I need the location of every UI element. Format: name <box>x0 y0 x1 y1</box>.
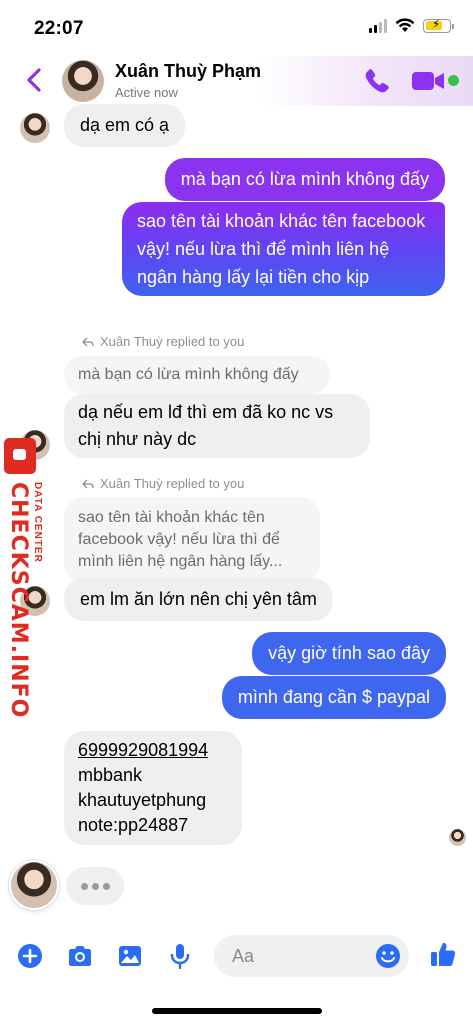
thumbs-up-icon[interactable] <box>428 939 458 969</box>
reply-arrow-icon <box>82 479 94 488</box>
message-input[interactable] <box>232 935 372 977</box>
chat-header: Xuân Thuỳ Phạm Active now <box>0 56 473 106</box>
microphone-icon[interactable] <box>166 942 194 970</box>
incoming-message[interactable]: dạ nếu em lđ thì em đã ko nc vs chị như … <box>64 394 370 458</box>
contact-active-status: Active now <box>115 85 178 100</box>
incoming-message[interactable]: dạ em có ạ <box>64 104 186 147</box>
reply-arrow-icon <box>82 337 94 346</box>
typing-indicator <box>66 867 124 905</box>
message-input-field[interactable] <box>214 935 409 977</box>
online-indicator <box>448 75 459 86</box>
camera-icon[interactable] <box>66 942 94 970</box>
outgoing-message[interactable]: vậy giờ tính sao đây <box>252 632 446 675</box>
emoji-icon[interactable] <box>375 943 401 969</box>
home-indicator <box>152 1008 322 1014</box>
status-bar: 22:07 ⚡ <box>0 0 473 56</box>
watermark: CHECKSCAM.INFO DATA CENTER <box>2 438 50 718</box>
battery-icon: ⚡ <box>423 17 454 33</box>
incoming-message[interactable]: em lm ăn lớn nên chị yên tâm <box>64 578 333 621</box>
quoted-message[interactable]: mà bạn có lừa mình không đấy <box>64 356 330 394</box>
bank-name: mbbank <box>78 765 143 785</box>
reply-indicator: Xuân Thuỳ replied to you <box>82 476 244 491</box>
contact-avatar[interactable] <box>62 60 104 102</box>
reply-label: Xuân Thuỳ replied to you <box>100 334 245 349</box>
outgoing-message[interactable]: sao tên tài khoản khác tên facebook vậy!… <box>122 202 445 296</box>
status-time: 22:07 <box>34 18 84 39</box>
back-chevron-icon[interactable] <box>20 64 48 96</box>
seen-receipt-avatar <box>449 829 466 846</box>
reply-indicator: Xuân Thuỳ replied to you <box>82 334 244 349</box>
typing-contact-avatar[interactable] <box>9 860 59 910</box>
contact-avatar-small[interactable] <box>20 113 50 143</box>
status-icons: ⚡ <box>369 17 454 33</box>
message-composer <box>0 932 473 980</box>
phone-icon[interactable] <box>362 66 392 96</box>
account-number-link[interactable]: 6999929081994 <box>78 738 228 763</box>
photo-icon[interactable] <box>116 942 144 970</box>
account-holder: khautuyetphung <box>78 790 207 810</box>
watermark-tagline: DATA CENTER <box>32 482 43 563</box>
wifi-icon <box>395 18 415 32</box>
outgoing-message[interactable]: mình đang cần $ paypal <box>221 676 446 719</box>
quoted-message[interactable]: sao tên tài khoản khác tên facebook vậy!… <box>64 497 320 583</box>
watermark-badge-icon <box>4 438 36 474</box>
outgoing-message[interactable]: mà bạn có lừa mình không đấy <box>164 158 445 201</box>
transfer-note: note:pp24887 <box>78 815 189 835</box>
watermark-brand: CHECKSCAM.INFO <box>6 482 31 719</box>
reply-label: Xuân Thuỳ replied to you <box>100 476 245 491</box>
contact-name[interactable]: Xuân Thuỳ Phạm <box>115 61 261 82</box>
video-camera-icon[interactable] <box>410 66 446 96</box>
cellular-signal-icon <box>369 18 387 33</box>
incoming-message-bank-details[interactable]: 6999929081994 mbbank khautuyetphung note… <box>64 731 242 845</box>
plus-circle-icon[interactable] <box>16 942 44 970</box>
